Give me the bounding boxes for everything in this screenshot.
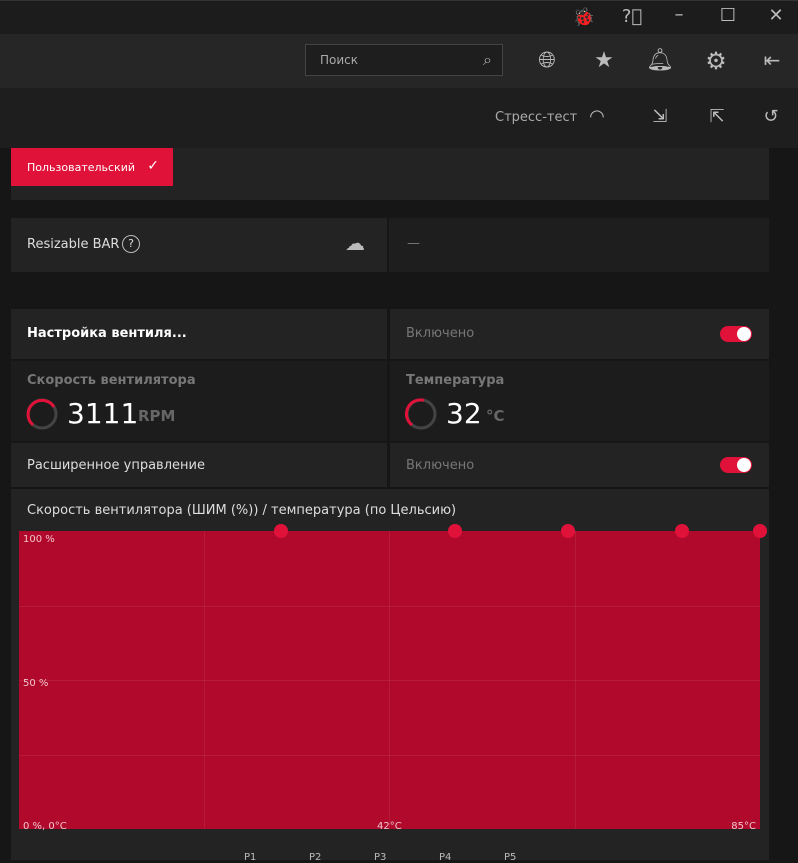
fan-tuning-state: Включено — [406, 326, 475, 341]
import-icon[interactable]: ⇲ — [646, 106, 674, 127]
advanced-control-row: Расширенное управление — [11, 443, 387, 487]
fan-curve-title: Скорость вентилятора (ШИМ (%)) / темпера… — [27, 503, 457, 518]
search-input[interactable]: Поиск ⌕ — [305, 44, 503, 76]
grid-line — [19, 755, 760, 756]
brain-icon: ☁ — [345, 231, 365, 255]
search-placeholder: Поиск — [320, 53, 359, 67]
point-label-p2: P2 — [309, 852, 322, 863]
maximize-icon[interactable]: ☐ — [714, 5, 742, 26]
x-tick-mid: 42°C — [377, 821, 402, 832]
temperature-gauge-icon — [405, 398, 437, 430]
curve-point-p2[interactable] — [447, 524, 462, 538]
profile-label: Пользовательский — [27, 161, 135, 174]
advanced-control-state-cell: Включено — [390, 443, 769, 487]
point-label-p5: P5 — [504, 852, 517, 863]
bell-icon[interactable]: 🔔︎ — [646, 48, 674, 73]
point-label-p4: P4 — [439, 852, 452, 863]
fan-speed-label: Скорость вентилятора — [27, 373, 196, 388]
advanced-control-state: Включено — [406, 458, 475, 473]
sidebar-toggle-icon[interactable]: ⇤ — [758, 48, 786, 72]
temperature-value: 32 — [446, 397, 482, 430]
advanced-control-label: Расширенное управление — [27, 458, 205, 473]
stress-test-button[interactable]: Стресс-тест — [495, 110, 577, 125]
x-tick-max: 85°C — [731, 821, 756, 832]
resizable-bar-label: Resizable BAR — [27, 237, 120, 252]
help-icon[interactable]: ?⃝ — [618, 6, 646, 27]
bug-icon[interactable]: 🐞 — [570, 7, 598, 28]
y-tick-top: 100 % — [23, 534, 55, 545]
fan-tuning-title: Настройка вентиля... — [27, 326, 187, 341]
export-icon[interactable]: ⇱ — [703, 106, 731, 127]
curve-point-p4[interactable] — [674, 524, 689, 538]
temperature-unit: °C — [486, 407, 505, 425]
y-tick-mid: 50 % — [23, 678, 49, 689]
point-label-p1: P1 — [244, 852, 257, 863]
fan-speed-panel: Скорость вентилятора 3111 RPM — [11, 361, 387, 441]
temperature-panel: Температура 32 °C — [390, 361, 769, 441]
origin-tick: 0 %, 0°C — [23, 821, 67, 832]
resizable-bar-value-cell: — — [389, 218, 769, 272]
search-icon[interactable]: ⌕ — [483, 50, 492, 70]
fan-speed-unit: RPM — [138, 407, 176, 425]
star-icon[interactable]: ★ — [590, 48, 618, 73]
close-icon[interactable]: ✕ — [762, 5, 790, 26]
point-label-p3: P3 — [374, 852, 387, 863]
fan-tuning-state-cell: Включено — [390, 309, 769, 359]
gear-icon[interactable]: ⚙ — [702, 47, 730, 75]
gauge-icon[interactable]: ◠ — [583, 106, 611, 127]
fan-speed-gauge-icon — [26, 398, 58, 430]
curve-point-p5[interactable] — [753, 524, 767, 538]
minimize-icon[interactable]: – — [665, 4, 693, 25]
help-icon[interactable]: ? — [122, 235, 140, 253]
check-icon: ✓ — [147, 158, 159, 174]
reset-icon[interactable]: ↺ — [757, 106, 785, 127]
globe-icon[interactable]: 🌐︎ — [533, 48, 561, 73]
advanced-control-toggle[interactable] — [720, 457, 752, 473]
title-bar: 🐞 ?⃝ – ☐ ✕ — [0, 0, 798, 34]
fan-tuning-header: Настройка вентиля... — [11, 309, 387, 359]
fan-speed-value: 3111 — [67, 397, 139, 430]
grid-line — [19, 680, 760, 681]
curve-point-p1[interactable] — [273, 524, 288, 538]
fan-curve-chart[interactable]: 100 % 50 % 0 %, 0°C 42°C 85°C — [19, 531, 760, 832]
resizable-bar-row: Resizable BAR ? ☁ — [11, 218, 387, 272]
temperature-label: Температура — [406, 373, 505, 388]
resizable-bar-value: — — [407, 236, 420, 251]
sub-toolbar — [0, 88, 798, 148]
fan-tuning-toggle[interactable] — [720, 326, 752, 342]
profile-button[interactable]: Пользовательский ✓ — [11, 148, 173, 186]
grid-line — [19, 606, 760, 607]
